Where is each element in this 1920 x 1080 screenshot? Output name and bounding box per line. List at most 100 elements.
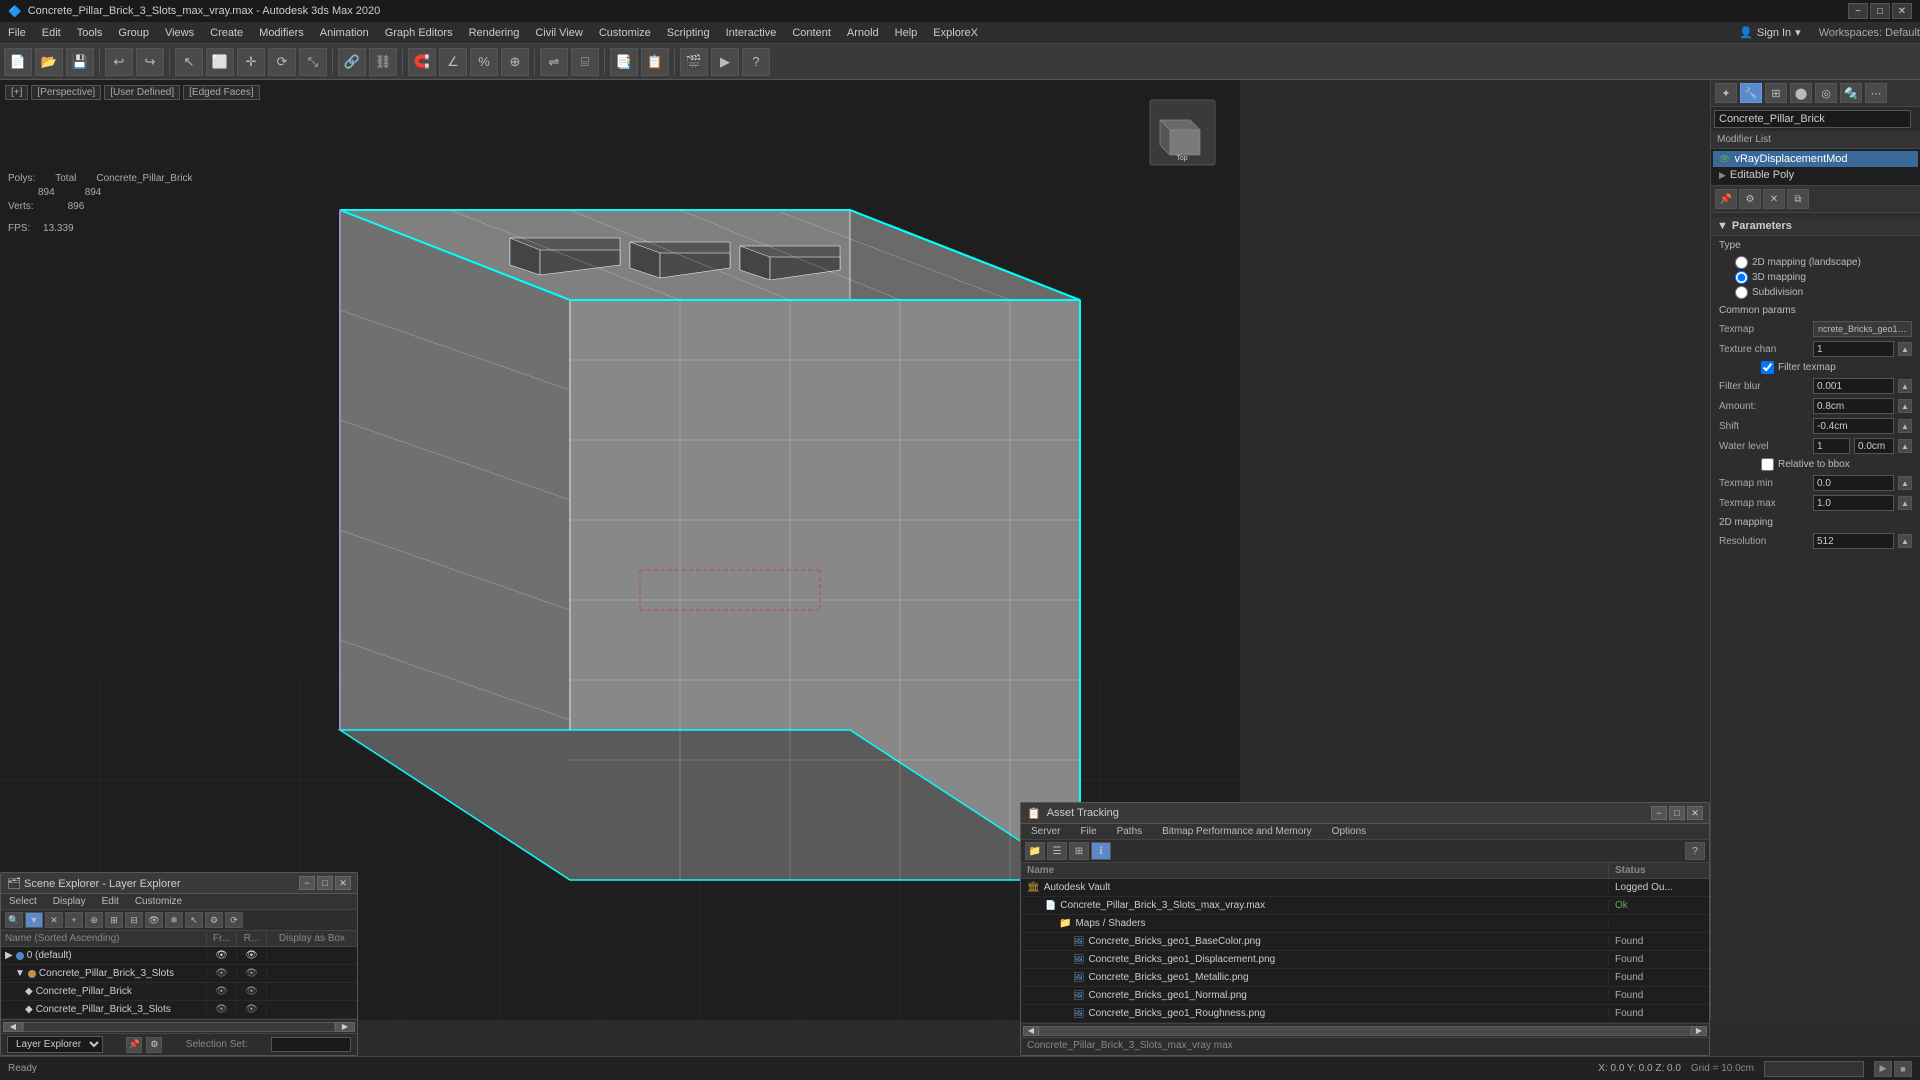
undo-button[interactable]: ↩	[105, 48, 133, 76]
object-name-input[interactable]	[1714, 110, 1911, 128]
save-button[interactable]: 💾	[66, 48, 94, 76]
render-button[interactable]: ▶	[711, 48, 739, 76]
se-row-default[interactable]: ▶ 0 (default) 👁 👁	[1, 947, 357, 965]
at-grid-button[interactable]: ⊞	[1069, 842, 1089, 860]
type-2d-radio[interactable]: 2D mapping (landscape)	[1735, 256, 1912, 269]
menu-group[interactable]: Group	[110, 22, 157, 43]
spinner-snap-button[interactable]: ⊕	[501, 48, 529, 76]
percent-snap-button[interactable]: %	[470, 48, 498, 76]
at-row-vault[interactable]: 🏛 Autodesk Vault Logged Ou...	[1021, 879, 1709, 897]
at-list-button[interactable]: ☰	[1047, 842, 1067, 860]
new-scene-button[interactable]: 📄	[4, 48, 32, 76]
shift-up[interactable]: ▲	[1898, 419, 1912, 433]
filter-texmap-checkbox[interactable]	[1761, 361, 1774, 374]
texture-chan-up[interactable]: ▲	[1898, 342, 1912, 356]
at-scroll-left[interactable]: ◀	[1023, 1026, 1039, 1036]
at-row-displacement[interactable]: 🖼 Concrete_Bricks_geo1_Displacement.png …	[1021, 951, 1709, 969]
se-config-button[interactable]: ⚙	[146, 1037, 162, 1053]
se-footer-select[interactable]: Layer Explorer	[7, 1036, 103, 1053]
at-menu-paths[interactable]: Paths	[1107, 824, 1153, 839]
redo-button[interactable]: ↪	[136, 48, 164, 76]
close-button[interactable]: ✕	[1892, 3, 1912, 19]
texmap-min-input[interactable]	[1813, 475, 1894, 491]
rotate-button[interactable]: ⟳	[268, 48, 296, 76]
water-level-up[interactable]: ▲	[1898, 439, 1912, 453]
viewport-label-user-defined[interactable]: [User Defined]	[104, 85, 180, 100]
move-button[interactable]: ✛	[237, 48, 265, 76]
unlink-button[interactable]: ⛓	[369, 48, 397, 76]
se-menu-edit[interactable]: Edit	[94, 894, 127, 909]
hierarchy-tab[interactable]: ⊞	[1765, 83, 1787, 103]
menu-views[interactable]: Views	[157, 22, 202, 43]
angle-snap-button[interactable]: ∠	[439, 48, 467, 76]
texmap-max-input[interactable]	[1813, 495, 1894, 511]
at-minimize-button[interactable]: −	[1651, 806, 1667, 820]
delete-button[interactable]: ✕	[1763, 189, 1785, 209]
menu-explorex[interactable]: ExploreX	[925, 22, 986, 43]
at-row-maxfile[interactable]: 📄 Concrete_Pillar_Brick_3_Slots_max_vray…	[1021, 897, 1709, 915]
at-help-button[interactable]: ?	[1685, 842, 1705, 860]
modifier-editable-poly[interactable]: ▶ Editable Poly	[1713, 167, 1918, 183]
se-collapse-button[interactable]: ⊟	[125, 912, 143, 928]
se-new-layer-button[interactable]: +	[65, 912, 83, 928]
se-row-slots-obj[interactable]: ◆ Concrete_Pillar_Brick_3_Slots 👁 👁	[1, 1001, 357, 1019]
at-row-normal[interactable]: 🖼 Concrete_Bricks_geo1_Normal.png Found	[1021, 987, 1709, 1005]
scene-explorer-controls[interactable]: − □ ✕	[299, 876, 351, 890]
se-menu-select[interactable]: Select	[1, 894, 45, 909]
play-button[interactable]: ▶	[1874, 1061, 1892, 1077]
stop-button[interactable]: ■	[1894, 1061, 1912, 1077]
shift-input[interactable]	[1813, 418, 1894, 434]
at-folder-button[interactable]: 📁	[1025, 842, 1045, 860]
menu-scripting[interactable]: Scripting	[659, 22, 718, 43]
at-titlebar[interactable]: 📋 Asset Tracking − □ ✕	[1021, 803, 1709, 824]
se-scroll-left[interactable]: ◀	[3, 1022, 23, 1032]
pin-button[interactable]: 📌	[1715, 189, 1737, 209]
menu-file[interactable]: File	[0, 22, 34, 43]
resolution-up[interactable]: ▲	[1898, 534, 1912, 548]
menu-create[interactable]: Create	[202, 22, 251, 43]
menu-rendering[interactable]: Rendering	[461, 22, 528, 43]
se-pin-button[interactable]: 📌	[126, 1037, 142, 1053]
se-row-pillar-brick[interactable]: ◆ Concrete_Pillar_Brick 👁 👁	[1, 983, 357, 1001]
extras-tab[interactable]: ⋯	[1865, 83, 1887, 103]
render-setup-button[interactable]: 🎬	[680, 48, 708, 76]
at-row-maps[interactable]: 📁 Maps / Shaders	[1021, 915, 1709, 933]
modify-tab[interactable]: 🔧	[1740, 83, 1762, 103]
open-button[interactable]: 📂	[35, 48, 63, 76]
se-settings-button[interactable]: ⚙	[205, 912, 223, 928]
se-freeze-selected-button[interactable]: ❄	[165, 912, 183, 928]
relative-bbox-checkbox[interactable]	[1761, 458, 1774, 471]
at-info-button[interactable]: ℹ	[1091, 842, 1111, 860]
se-minimize-button[interactable]: −	[299, 876, 315, 890]
texmap-min-up[interactable]: ▲	[1898, 476, 1912, 490]
menu-content[interactable]: Content	[784, 22, 839, 43]
se-row-layer-slots[interactable]: ▼ Concrete_Pillar_Brick_3_Slots 👁 👁	[1, 965, 357, 983]
menu-civil-view[interactable]: Civil View	[527, 22, 590, 43]
at-hscrollbar[interactable]: ◀ ▶	[1021, 1023, 1709, 1037]
viewport-label-plus[interactable]: [+]	[5, 85, 28, 100]
amount-up[interactable]: ▲	[1898, 399, 1912, 413]
select-region-button[interactable]: ⬜	[206, 48, 234, 76]
sign-in-button[interactable]: 👤 Sign In ▾	[1731, 24, 1808, 41]
at-scroll-right[interactable]: ▶	[1691, 1026, 1707, 1036]
link-button[interactable]: 🔗	[338, 48, 366, 76]
filter-blur-up[interactable]: ▲	[1898, 379, 1912, 393]
se-menu-display[interactable]: Display	[45, 894, 94, 909]
select-button[interactable]: ↖	[175, 48, 203, 76]
mirror-button[interactable]: ⇌	[540, 48, 568, 76]
se-close-button[interactable]: ✕	[335, 876, 351, 890]
at-close-button[interactable]: ✕	[1687, 806, 1703, 820]
se-select-all-button[interactable]: ✕	[45, 912, 63, 928]
resolution-input[interactable]	[1813, 533, 1894, 549]
maximize-button[interactable]: □	[1870, 3, 1890, 19]
filter-blur-input[interactable]	[1813, 378, 1894, 394]
se-filter-button[interactable]: 🔍	[5, 912, 23, 928]
se-selection-set-input[interactable]	[271, 1037, 351, 1052]
at-maximize-button[interactable]: □	[1669, 806, 1685, 820]
display-tab[interactable]: ◎	[1815, 83, 1837, 103]
modifier-vray-displacement[interactable]: 👁 vRayDisplacementMod	[1713, 151, 1918, 167]
se-refresh-button[interactable]: ⟳	[225, 912, 243, 928]
scene-explorer-titlebar[interactable]: 🗂 Scene Explorer - Layer Explorer − □ ✕	[1, 873, 357, 894]
menu-customize[interactable]: Customize	[591, 22, 659, 43]
ribbon-button[interactable]: 📋	[641, 48, 669, 76]
